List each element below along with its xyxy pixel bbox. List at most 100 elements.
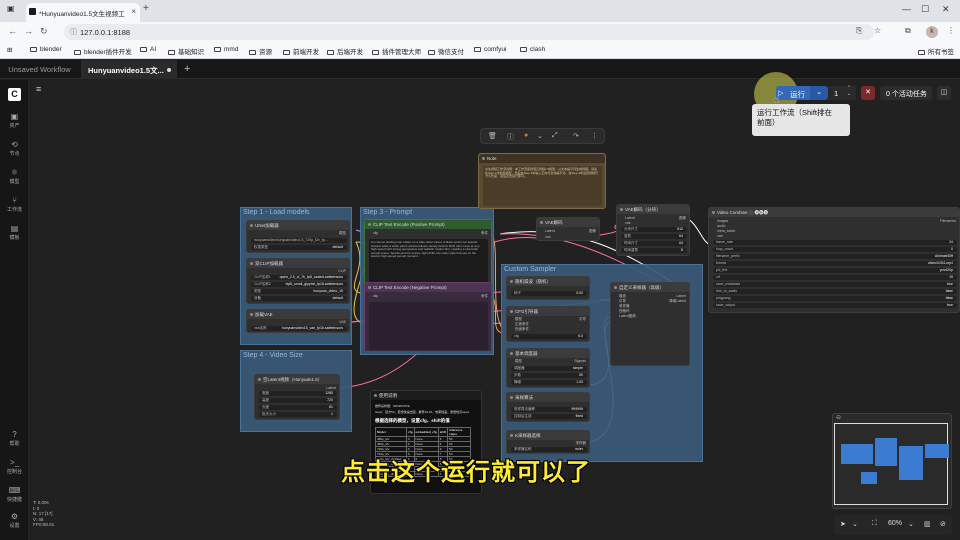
weight-dtype-field[interactable]: 权重类型 default — [251, 245, 347, 250]
noise-seed-field[interactable]: 种子 0.00 — [511, 291, 587, 296]
width-field[interactable]: 宽度 1280 — [259, 391, 337, 396]
link-visibility-icon[interactable]: ⊘ — [940, 520, 946, 528]
node-note[interactable]: Note 文生视频工作流说明：本工作流使用混元视频1.5模型，从文本提示词生成视… — [478, 153, 606, 209]
node-vae-loader[interactable]: 加载VAE VAE vae名称 hunyuanvideo15_vae_fp16.s… — [246, 309, 350, 333]
chevron-down-icon[interactable]: ⌄ — [908, 520, 914, 528]
chevron-down-icon[interactable]: ⌄ — [852, 520, 858, 528]
node-random-noise[interactable]: 随机噪波（随机） 种子 0.00 — [506, 276, 590, 300]
sidebar-item-console[interactable]: >_ 控制台 — [0, 458, 29, 475]
close-tab-icon[interactable]: × — [131, 7, 136, 16]
stepper-arrows-icon[interactable]: ⌃ ⌄ — [847, 85, 851, 97]
bookmark-folder[interactable]: 插件管理大师 — [372, 46, 421, 56]
reload-icon[interactable]: ↻ — [40, 26, 48, 37]
redo-icon[interactable]: ↷ — [573, 132, 579, 140]
color-picker-icon[interactable]: ● — [524, 132, 528, 139]
clip-name1-field[interactable]: CLIP名称1 qwen_2.5_vl_7b_fp8_scaled.safeten… — [251, 275, 347, 280]
browser-tab[interactable]: *Hunyuanvideo1.5文生视频工 × — [26, 3, 140, 22]
node-negative-prompt[interactable]: CLIP Text Encode (Negative Prompt) clip … — [364, 282, 492, 352]
profile-avatar[interactable]: k — [926, 26, 938, 38]
node-sampler-custom-advanced[interactable]: 自定义采样器（高级） 噪波 引导 采样器 西格玛 Latent图像 Latent… — [610, 282, 690, 366]
chevron-down-icon[interactable]: ⌄ — [537, 132, 543, 140]
node-basic-scheduler[interactable]: 基本调度器 模型 Sigmas 调度器 simple 步数 50 降噪 1.00 — [506, 348, 590, 388]
url-field[interactable]: ⓘ 127.0.0.1:8188 — [64, 24, 874, 40]
run-mode-dropdown[interactable]: ⌄ — [810, 86, 828, 100]
video-combine-field[interactable]: filename_prefix AnimateDiff — [713, 254, 957, 259]
temporal-overlap-field[interactable]: 时间重叠 8 — [621, 248, 687, 253]
video-combine-field[interactable]: frame_rate 24 — [713, 240, 957, 245]
video-combine-field[interactable]: save_metadata true — [713, 282, 957, 287]
temporal-size-field[interactable]: 时间尺寸 64 — [621, 241, 687, 246]
extensions-icon[interactable]: ⧉ — [905, 26, 911, 36]
node-cfg-guider[interactable]: CFG引导器 模型 正面条件 负面条件 引导 cfg 6.0 — [506, 306, 590, 342]
bookmark-folder[interactable]: clash — [520, 46, 545, 53]
video-combine-input[interactable]: images — [717, 219, 728, 223]
bookmark-folder[interactable]: 基础知识 — [168, 46, 204, 56]
stop-button[interactable]: ✕ — [861, 86, 875, 100]
video-combine-field[interactable]: loop_count 0 — [713, 247, 957, 252]
new-tab-button[interactable]: + — [143, 3, 149, 14]
video-combine-input[interactable]: meta_batch — [717, 229, 735, 233]
node-dual-clip-loader[interactable]: 双CLIP加载器 CLIP CLIP名称1 qwen_2.5_vl_7b_fp8_… — [246, 258, 350, 304]
bookmark-folder[interactable]: 微信支付 — [428, 46, 464, 56]
sidebar-item-assets[interactable]: ▣ 资产 — [0, 112, 29, 129]
back-icon[interactable]: ← — [8, 26, 17, 36]
node-positive-prompt[interactable]: CLIP Text Encode (Positive Prompt) clip … — [364, 219, 492, 289]
sidebar-item-settings[interactable]: ⚙ 设置 — [0, 512, 29, 529]
bookmark-folder[interactable]: comfyui — [474, 46, 506, 53]
control-after-generate-field[interactable]: 控制后生成 fixed — [511, 414, 587, 419]
bookmark-folder[interactable]: blender插件开发 — [74, 46, 132, 56]
clip-type-field[interactable]: 类型 hunyuan_video_15 — [251, 289, 347, 294]
batch-count-input[interactable]: 1 — [828, 86, 856, 100]
fit-icon[interactable]: ⤢ — [552, 132, 558, 140]
negative-prompt-textarea[interactable] — [369, 302, 488, 350]
pointer-tool-icon[interactable]: ➤ — [840, 520, 846, 528]
clip-device-field[interactable]: 设备 default — [251, 296, 347, 301]
all-bookmarks-folder[interactable]: 所有书签 — [918, 46, 954, 56]
toggle-panel-icon[interactable]: ◫ — [937, 86, 951, 100]
tile-size-field[interactable]: 分块尺寸 512 — [621, 227, 687, 232]
minimap[interactable]: ⊖ — [832, 413, 952, 509]
video-combine-field[interactable]: format video/h264-mp4 — [713, 261, 957, 266]
video-combine-field[interactable]: pix_fmt yuv420p — [713, 268, 957, 273]
minimap-menu-icon[interactable]: ⊖ — [836, 414, 841, 421]
scheduler-field[interactable]: 调度器 simple — [511, 366, 587, 371]
new-workflow-button[interactable]: + — [184, 63, 190, 75]
bookmark-star-icon[interactable]: ☆ — [874, 26, 881, 35]
note-textarea[interactable]: 文生视频工作流说明：本工作流使用混元视频1.5模型，从文本提示词生成视频。请先在… — [483, 166, 602, 206]
node-video-combine[interactable]: Video Combine 🎥🅥🅗🅢 Filenames images audio… — [708, 207, 960, 313]
bookmark-folder[interactable]: AI — [140, 46, 156, 53]
shift-field[interactable]: 采样算法偏移 999999 — [511, 407, 587, 412]
fit-view-icon[interactable]: ⛶ — [872, 520, 877, 528]
video-combine-input[interactable]: audio — [717, 224, 726, 228]
node-unet-loader[interactable]: UNet加载器 模型 hunyuanvideo\hunyuanvideo1.5_… — [246, 220, 350, 253]
bookmark-folder[interactable]: 后端开发 — [327, 46, 363, 56]
tab-search-icon[interactable]: ▣ — [7, 4, 15, 13]
sidebar-item-workflows[interactable]: ⑂ 工作流 — [0, 196, 29, 213]
more-icon[interactable]: ⋮ — [591, 132, 598, 140]
maximize-window-icon[interactable]: ☐ — [921, 4, 929, 15]
minimap-toggle-icon[interactable]: ▥ — [924, 520, 931, 528]
workflow-tab[interactable]: Unsaved Workflow — [0, 60, 79, 79]
length-field[interactable]: 长度 81 — [259, 405, 337, 410]
video-combine-field[interactable]: pingpong false — [713, 296, 957, 301]
site-info-icon[interactable]: ⓘ — [70, 27, 77, 37]
bookmark-folder[interactable]: mmd — [214, 46, 238, 53]
zoom-level[interactable]: 60% — [888, 520, 902, 527]
close-window-icon[interactable]: ✕ — [942, 4, 950, 15]
sidebar-item-templates[interactable]: ▤ 模板 — [0, 224, 29, 241]
apps-grid-icon[interactable]: ⊞ — [7, 46, 12, 54]
video-combine-input[interactable]: vae — [717, 234, 723, 238]
browser-menu-icon[interactable]: ⋮ — [947, 26, 955, 35]
unet-name-field[interactable]: hunyuanvideo\hunyuanvideo1.5_720p_t2v_fp… — [251, 238, 347, 243]
minimize-window-icon[interactable]: — — [902, 4, 911, 14]
node-vae-decode[interactable]: VAE解码 Latent vae 图像 — [536, 217, 600, 241]
bookmark-folder[interactable]: 前端开发 — [283, 46, 319, 56]
node-empty-latent-video[interactable]: 空Latent视频（Hunyuan1.5） Latent 宽度 1280 高度 72… — [254, 374, 340, 420]
positive-prompt-textarea[interactable]: An intense dueling man chase on a wide u… — [369, 239, 488, 287]
sidebar-item-models[interactable]: ⚛ 模型 — [0, 168, 29, 185]
sidebar-item-shortcuts[interactable]: ⌨ 快捷键 — [0, 486, 29, 503]
comfy-logo-icon[interactable]: C — [8, 88, 21, 101]
sidebar-item-help[interactable]: ? 帮助 — [0, 430, 29, 447]
install-app-icon[interactable]: ⎘ — [856, 26, 862, 36]
node-vae-decode-tiled[interactable]: VAE解码（分块） Latent vae 图像 分块尺寸 512 重叠 64 时间尺… — [616, 204, 690, 256]
